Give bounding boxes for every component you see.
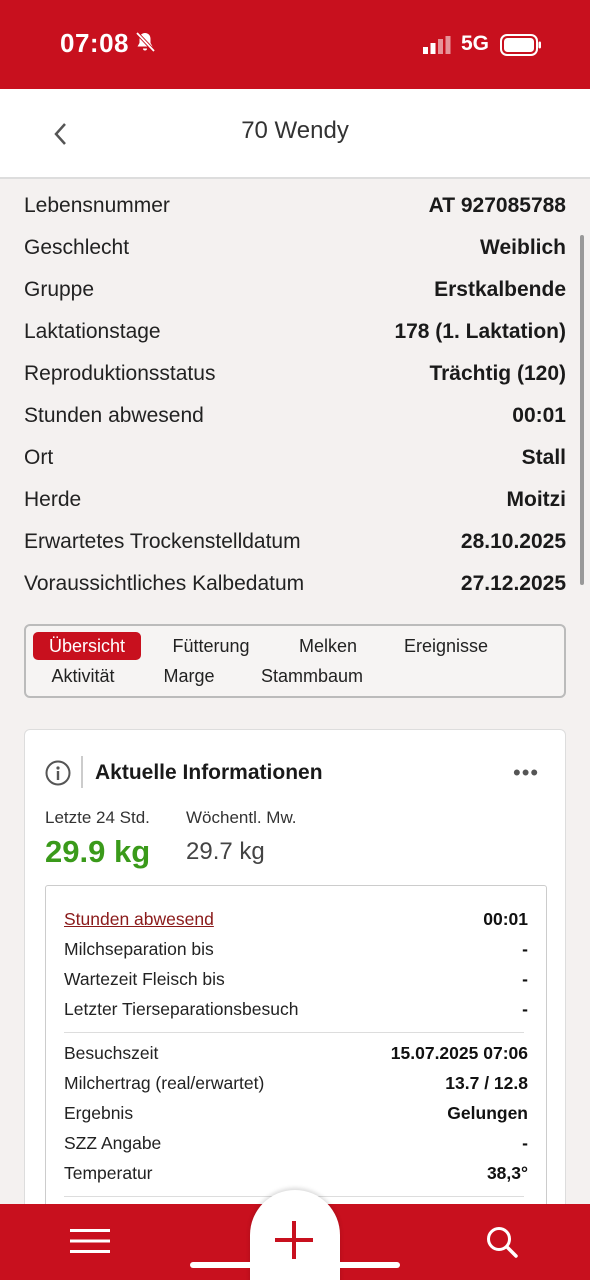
info-row-stunden-abwesend: Stunden abwesend 00:01 bbox=[24, 395, 566, 437]
detail-row: Wartezeit Fleisch bis - bbox=[64, 964, 528, 994]
detail-value: 00:01 bbox=[483, 908, 528, 929]
plus-icon bbox=[275, 1221, 313, 1259]
info-value: 178 (1. Laktation) bbox=[394, 320, 566, 343]
tab-marge[interactable]: Marge bbox=[158, 662, 220, 690]
info-row-gruppe: Gruppe Erstkalbende bbox=[24, 269, 566, 311]
info-label: Voraussichtliches Kalbedatum bbox=[24, 572, 305, 595]
detail-row: SZZ Angabe - bbox=[64, 1128, 528, 1158]
detail-value: - bbox=[522, 968, 528, 989]
tab-aktivitaet[interactable]: Aktivität bbox=[42, 662, 124, 690]
info-value: AT 927085788 bbox=[428, 194, 566, 217]
detail-row: Ergebnis Gelungen bbox=[64, 1098, 528, 1128]
detail-label: Temperatur bbox=[64, 1162, 153, 1183]
battery-icon bbox=[500, 34, 541, 56]
info-value: 00:01 bbox=[512, 404, 566, 427]
tab-bar: Übersicht Fütterung Melken Ereignisse Ak… bbox=[24, 624, 566, 698]
detail-row: Milchertrag (real/erwartet) 13.7 / 12.8 bbox=[64, 1068, 528, 1098]
info-row-reproduktionsstatus: Reproduktionsstatus Trächtig (120) bbox=[24, 353, 566, 395]
tab-fuetterung[interactable]: Fütterung bbox=[166, 632, 256, 660]
nav-bar: 70 Wendy bbox=[0, 89, 590, 179]
weekly-avg-label: Wöchentl. Mw. bbox=[186, 808, 297, 827]
info-row-laktationstage: Laktationstage 178 (1. Laktation) bbox=[24, 311, 566, 353]
detail-label: Besuchszeit bbox=[64, 1042, 159, 1063]
weekly-avg-value: 29.7 kg bbox=[186, 838, 265, 865]
info-value: 28.10.2025 bbox=[460, 530, 566, 553]
status-bar: 07:08 5G bbox=[0, 0, 590, 89]
info-row-geschlecht: Geschlecht Weiblich bbox=[24, 227, 566, 269]
info-value: Stall bbox=[521, 446, 566, 469]
last-24h-label: Letzte 24 Std. bbox=[45, 808, 150, 827]
search-icon[interactable] bbox=[485, 1225, 519, 1259]
home-indicator bbox=[190, 1262, 400, 1268]
info-label: Geschlecht bbox=[24, 236, 130, 259]
more-options-button[interactable]: ••• bbox=[513, 760, 539, 786]
current-info-card: Aktuelle Informationen ••• Letzte 24 Std… bbox=[24, 729, 566, 1245]
hamburger-menu-icon[interactable] bbox=[70, 1226, 110, 1256]
scrollbar[interactable] bbox=[580, 235, 584, 585]
detail-label: Letzter Tierseparationsbesuch bbox=[64, 998, 299, 1019]
network-type: 5G bbox=[461, 32, 490, 55]
last-24h-value: 29.9 kg bbox=[45, 834, 151, 869]
info-label: Laktationstage bbox=[24, 320, 161, 343]
detail-value: 15.07.2025 07:06 bbox=[390, 1042, 528, 1063]
info-value: Trächtig (120) bbox=[429, 362, 566, 385]
detail-value: 13.7 / 12.8 bbox=[445, 1072, 528, 1093]
status-time: 07:08 bbox=[60, 28, 129, 58]
info-label: Ort bbox=[24, 446, 54, 469]
tab-melken[interactable]: Melken bbox=[292, 632, 364, 660]
info-label: Gruppe bbox=[24, 278, 95, 301]
detail-value: - bbox=[522, 1132, 528, 1153]
info-value: 27.12.2025 bbox=[460, 572, 566, 595]
info-label: Erwartetes Trockenstelldatum bbox=[24, 530, 301, 553]
detail-row: Temperatur 38,3° bbox=[64, 1158, 528, 1188]
info-value: Erstkalbende bbox=[434, 278, 566, 301]
info-label: Stunden abwesend bbox=[24, 404, 204, 427]
detail-value: 38,3° bbox=[486, 1162, 528, 1183]
animal-info-list: Lebensnummer AT 927085788 Geschlecht Weibl… bbox=[24, 185, 566, 605]
page-title: 70 Wendy bbox=[241, 117, 349, 144]
detail-value: - bbox=[522, 938, 528, 959]
info-label: Lebensnummer bbox=[24, 194, 170, 217]
info-row-kalbedatum: Voraussichtliches Kalbedatum 27.12.2025 bbox=[24, 563, 566, 605]
tab-ereignisse[interactable]: Ereignisse bbox=[396, 632, 496, 660]
info-row-herde: Herde Moitzi bbox=[24, 479, 566, 521]
card-title: Aktuelle Informationen bbox=[95, 761, 323, 784]
info-row-lebensnummer: Lebensnummer AT 927085788 bbox=[24, 185, 566, 227]
detail-value: - bbox=[522, 998, 528, 1019]
detail-row: Letzter Tierseparationsbesuch - bbox=[64, 994, 528, 1024]
info-icon[interactable] bbox=[45, 760, 71, 786]
detail-value: Gelungen bbox=[447, 1102, 528, 1123]
detail-label: Milchseparation bis bbox=[64, 938, 214, 959]
tab-uebersicht[interactable]: Übersicht bbox=[33, 632, 141, 660]
detail-label: Milchertrag (real/erwartet) bbox=[64, 1072, 265, 1093]
stunden-abwesend-link[interactable]: Stunden abwesend bbox=[64, 909, 214, 930]
info-value: Weiblich bbox=[480, 236, 566, 259]
info-value: Moitzi bbox=[506, 488, 566, 511]
detail-label: Wartezeit Fleisch bis bbox=[64, 968, 225, 989]
detail-row: Stunden abwesend 00:01 bbox=[64, 904, 528, 934]
tab-stammbaum[interactable]: Stammbaum bbox=[256, 662, 368, 690]
info-label: Reproduktionsstatus bbox=[24, 362, 216, 385]
divider bbox=[81, 756, 83, 788]
info-row-trockenstelldatum: Erwartetes Trockenstelldatum 28.10.2025 bbox=[24, 521, 566, 563]
detail-label: Ergebnis bbox=[64, 1102, 134, 1123]
signal-icon bbox=[423, 36, 451, 54]
detail-label: SZZ Angabe bbox=[64, 1132, 162, 1153]
detail-row: Milchseparation bis - bbox=[64, 934, 528, 964]
bell-muted-icon bbox=[135, 31, 156, 53]
divider bbox=[64, 1032, 524, 1033]
detail-row: Besuchszeit 15.07.2025 07:06 bbox=[64, 1038, 528, 1068]
info-row-ort: Ort Stall bbox=[24, 437, 566, 479]
info-label: Herde bbox=[24, 488, 82, 511]
